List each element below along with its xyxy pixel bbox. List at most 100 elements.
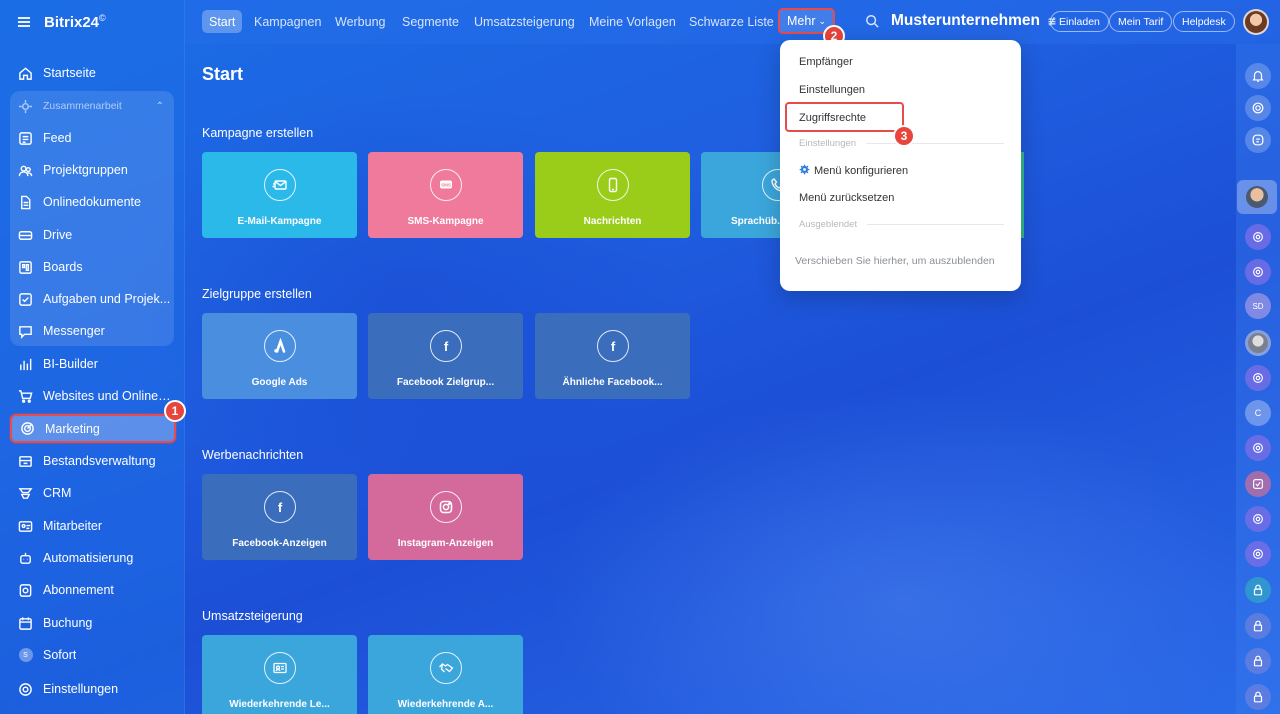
chat-channel-icon[interactable]: [1245, 435, 1271, 461]
tile-sprachuebertragung[interactable]: Sprachüb...: [701, 152, 780, 238]
tile-facebook-anzeigen[interactable]: f Facebook-Anzeigen: [202, 474, 357, 560]
tab-werbung[interactable]: Werbung: [328, 10, 393, 33]
contact-avatar-2[interactable]: [1245, 330, 1271, 356]
sidebar-item-automatisierung[interactable]: Automatisierung: [10, 543, 174, 573]
sidebar-item-label: Boards: [43, 260, 83, 274]
helpdesk-button[interactable]: Helpdesk: [1173, 11, 1235, 32]
chat-channel-icon[interactable]: [1245, 259, 1271, 285]
search-icon[interactable]: [865, 14, 879, 28]
step-badge-3: 3: [893, 125, 915, 147]
tab-mehr-label: Mehr: [787, 14, 816, 28]
sidebar-item-boards[interactable]: Boards: [10, 252, 174, 282]
lock-icon[interactable]: [1245, 684, 1271, 710]
menu-burger-icon[interactable]: [18, 17, 30, 27]
tab-kampagnen[interactable]: Kampagnen: [247, 10, 328, 33]
sidebar-item-sofort[interactable]: S Sofort: [10, 640, 174, 670]
sidebar-item-drive[interactable]: Drive: [10, 220, 174, 250]
chat-icon[interactable]: [1245, 127, 1271, 153]
chat-channel-icon[interactable]: [1245, 224, 1271, 250]
menu-item-empfaenger[interactable]: Empfänger: [799, 56, 853, 68]
sidebar-item-websites[interactable]: Websites und Onlines...: [10, 381, 174, 411]
section-title-umsatzsteigerung: Umsatzsteigerung: [202, 609, 303, 623]
sidebar-item-label: Websites und Onlines...: [43, 389, 174, 403]
sidebar-item-crm[interactable]: CRM: [10, 478, 174, 508]
contact-initials-c[interactable]: C: [1245, 400, 1271, 426]
sidebar-item-aufgaben[interactable]: Aufgaben und Projek...: [10, 284, 174, 314]
messenger-icon: [18, 324, 33, 339]
sofort-initial: S: [18, 648, 33, 662]
sidebar-item-onlinedokumente[interactable]: Onlinedokumente: [10, 187, 174, 217]
notifications-bell-icon[interactable]: [1245, 63, 1271, 89]
sidebar-item-label: Marketing: [45, 421, 100, 436]
tile-google-ads[interactable]: Google Ads: [202, 313, 357, 399]
page-title: Start: [202, 64, 244, 84]
menu-item-label: Menü konfigurieren: [814, 165, 909, 177]
sidebar-item-label: Sofort: [43, 648, 77, 662]
employees-icon: [18, 519, 33, 534]
contact-avatar-1[interactable]: [1237, 180, 1277, 214]
task-chat-icon[interactable]: [1245, 471, 1271, 497]
sidebar-item-feed[interactable]: Feed: [10, 123, 174, 153]
tile-label: Nachrichten: [583, 216, 642, 227]
user-avatar[interactable]: [1243, 9, 1269, 35]
logo[interactable]: Bitrix24©: [44, 13, 106, 31]
sidebar-item-abonnement[interactable]: Abonnement: [10, 575, 174, 605]
chat-channel-icon[interactable]: [1245, 365, 1271, 391]
google-ads-icon: [263, 330, 296, 362]
contact-initials-sd[interactable]: SD: [1245, 293, 1271, 319]
lock-icon[interactable]: [1245, 577, 1271, 603]
sidebar-item-projektgruppen[interactable]: Projektgruppen: [10, 155, 174, 185]
tile-email-kampagne[interactable]: E-Mail-Kampagne: [202, 152, 357, 238]
automation-icon: [18, 551, 33, 566]
sidebar-group-zusammenarbeit[interactable]: Zusammenarbeit ⌃: [10, 91, 174, 121]
facebook-icon: f: [596, 330, 629, 362]
sidebar-item-marketing[interactable]: Marketing: [10, 414, 176, 443]
chat-channel-icon[interactable]: [1245, 541, 1271, 567]
sidebar-item-messenger[interactable]: Messenger: [10, 316, 174, 346]
sidebar-item-mitarbeiter[interactable]: Mitarbeiter: [10, 511, 174, 541]
tile-wiederkehrende-leads[interactable]: Wiederkehrende Le...: [202, 635, 357, 714]
sidebar-item-bi-builder[interactable]: BI-Builder: [10, 349, 174, 379]
menu-item-einstellungen[interactable]: Einstellungen: [799, 84, 865, 96]
tab-umsatzsteigerung[interactable]: Umsatzsteigerung: [467, 10, 582, 33]
sidebar-item-startseite[interactable]: Startseite: [10, 58, 174, 88]
tile-sms-kampagne[interactable]: SMS SMS-Kampagne: [368, 152, 523, 238]
separator-label: Einstellungen: [799, 138, 857, 149]
menu-item-configure[interactable]: Menü konfigurieren: [799, 164, 908, 178]
sidebar-item-label: Mitarbeiter: [43, 519, 103, 533]
tile-nachrichten[interactable]: Nachrichten: [535, 152, 690, 238]
tile-aehnliche-facebook[interactable]: f Ähnliche Facebook...: [535, 313, 690, 399]
tab-start[interactable]: Start: [202, 10, 243, 33]
lock-icon[interactable]: [1245, 613, 1271, 639]
menu-item-zugriffsrechte[interactable]: Zugriffsrechte: [799, 112, 866, 124]
tab-meine-vorlagen[interactable]: Meine Vorlagen: [582, 10, 683, 33]
tile-instagram-anzeigen[interactable]: Instagram-Anzeigen: [368, 474, 523, 560]
invite-button[interactable]: Einladen: [1050, 11, 1109, 32]
tile-label: Sprachüb...: [731, 216, 780, 227]
sidebar-item-bestandsverwaltung[interactable]: Bestandsverwaltung: [10, 446, 174, 476]
my-plan-button[interactable]: Mein Tarif: [1109, 11, 1173, 32]
copilot-icon[interactable]: [1245, 95, 1271, 121]
sidebar-item-label: BI-Builder: [43, 357, 98, 371]
step-badge-1: 1: [164, 400, 186, 422]
chat-channel-icon[interactable]: [1245, 506, 1271, 532]
chevron-up-icon[interactable]: ⌃: [156, 101, 164, 112]
sidebar-item-buchung[interactable]: Buchung: [10, 608, 174, 638]
company-label: Musterunternehmen: [891, 12, 1040, 29]
company-name[interactable]: Musterunternehmen ≇: [891, 12, 1057, 30]
tab-segmente[interactable]: Segmente: [395, 10, 466, 33]
sidebar-item-einstellungen[interactable]: Einstellungen: [10, 674, 174, 704]
lock-icon[interactable]: [1245, 648, 1271, 674]
tile-wiederkehrende-auftraege[interactable]: Wiederkehrende A...: [368, 635, 523, 714]
sidebar-item-label: Automatisierung: [43, 551, 134, 565]
shop-cart-icon: [18, 389, 33, 404]
hidden-items-dropzone[interactable]: Verschieben Sie hierher, um auszublenden: [795, 255, 995, 267]
tasks-icon: [18, 292, 33, 307]
tile-facebook-zielgruppe[interactable]: f Facebook Zielgrup...: [368, 313, 523, 399]
tile-hidden-edge: [1021, 152, 1024, 238]
menu-item-reset[interactable]: Menü zurücksetzen: [799, 192, 894, 204]
section-title-kampagne: Kampagne erstellen: [202, 126, 314, 140]
top-navigation: Start Kampagnen Werbung Segmente Umsatzs…: [185, 0, 1280, 44]
tab-schwarze-liste[interactable]: Schwarze Liste: [682, 10, 781, 33]
svg-text:f: f: [443, 339, 448, 354]
